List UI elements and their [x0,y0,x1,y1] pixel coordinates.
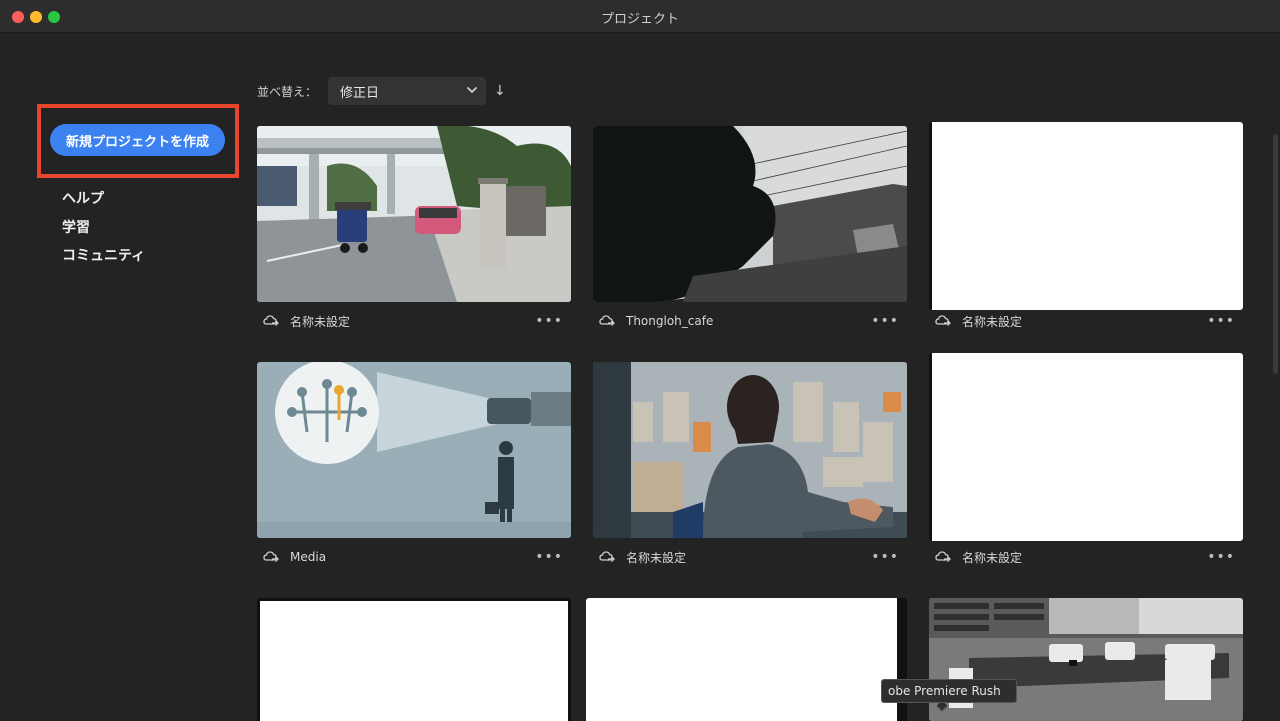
project-card-footer: 名称未設定 ••• [593,546,907,568]
app-tooltip: obe Premiere Rush [881,679,1017,703]
sidebar-link-learn[interactable]: 学習 [62,217,90,237]
project-title: 名称未設定 [290,314,351,329]
project-title: Thongloh_cafe [626,314,714,328]
project-thumbnail[interactable] [929,122,1243,310]
more-options-icon[interactable]: ••• [535,313,563,329]
more-options-icon[interactable]: ••• [1207,549,1235,565]
sort-direction-icon[interactable]: ↓ [494,83,506,99]
sort-bar: 並べ替え： 修正日 ↓ [257,77,506,105]
project-thumbnail[interactable] [257,362,571,538]
project-card-footer: Thongloh_cafe ••• [593,310,907,332]
project-card-footer: 名称未設定 ••• [929,310,1243,332]
scrollbar[interactable] [1270,34,1280,721]
cloud-sync-icon [599,551,615,562]
project-title: 名称未設定 [962,550,1023,565]
project-thumbnail[interactable] [586,598,907,721]
project-title: Media [290,550,327,564]
project-card-footer: 名称未設定 ••• [929,546,1243,568]
project-card-footer: 名称未設定 ••• [257,310,571,332]
sidebar-link-help[interactable]: ヘルプ [62,188,104,208]
title-bar: プロジェクト [0,0,1280,33]
cloud-sync-icon [263,551,279,562]
project-thumbnail[interactable] [593,362,907,538]
cloud-sync-icon [935,315,951,326]
project-title: 名称未設定 [626,550,687,565]
more-options-icon[interactable]: ••• [871,549,899,565]
sort-dropdown[interactable]: 修正日 [328,77,487,105]
window-title: プロジェクト [600,12,679,27]
sort-label: 並べ替え： [257,84,318,99]
chevron-down-icon [467,87,477,93]
more-options-icon[interactable]: ••• [1207,313,1235,329]
project-card-footer: Media ••• [257,546,571,568]
more-options-icon[interactable]: ••• [535,549,563,565]
project-thumbnail[interactable] [593,126,907,302]
cloud-sync-icon [599,315,615,326]
sidebar-link-community[interactable]: コミュニティ [62,245,145,265]
sort-selected-value: 修正日 [340,85,380,101]
project-thumbnail[interactable] [257,126,571,302]
new-project-button[interactable]: 新規プロジェクトを作成 [50,124,225,156]
project-thumbnail[interactable] [257,598,571,721]
project-title: 名称未設定 [962,314,1023,329]
project-thumbnail[interactable] [929,353,1243,541]
cloud-sync-icon [935,551,951,562]
cloud-sync-icon [263,315,279,326]
scrollbar-thumb[interactable] [1273,134,1278,374]
more-options-icon[interactable]: ••• [871,313,899,329]
